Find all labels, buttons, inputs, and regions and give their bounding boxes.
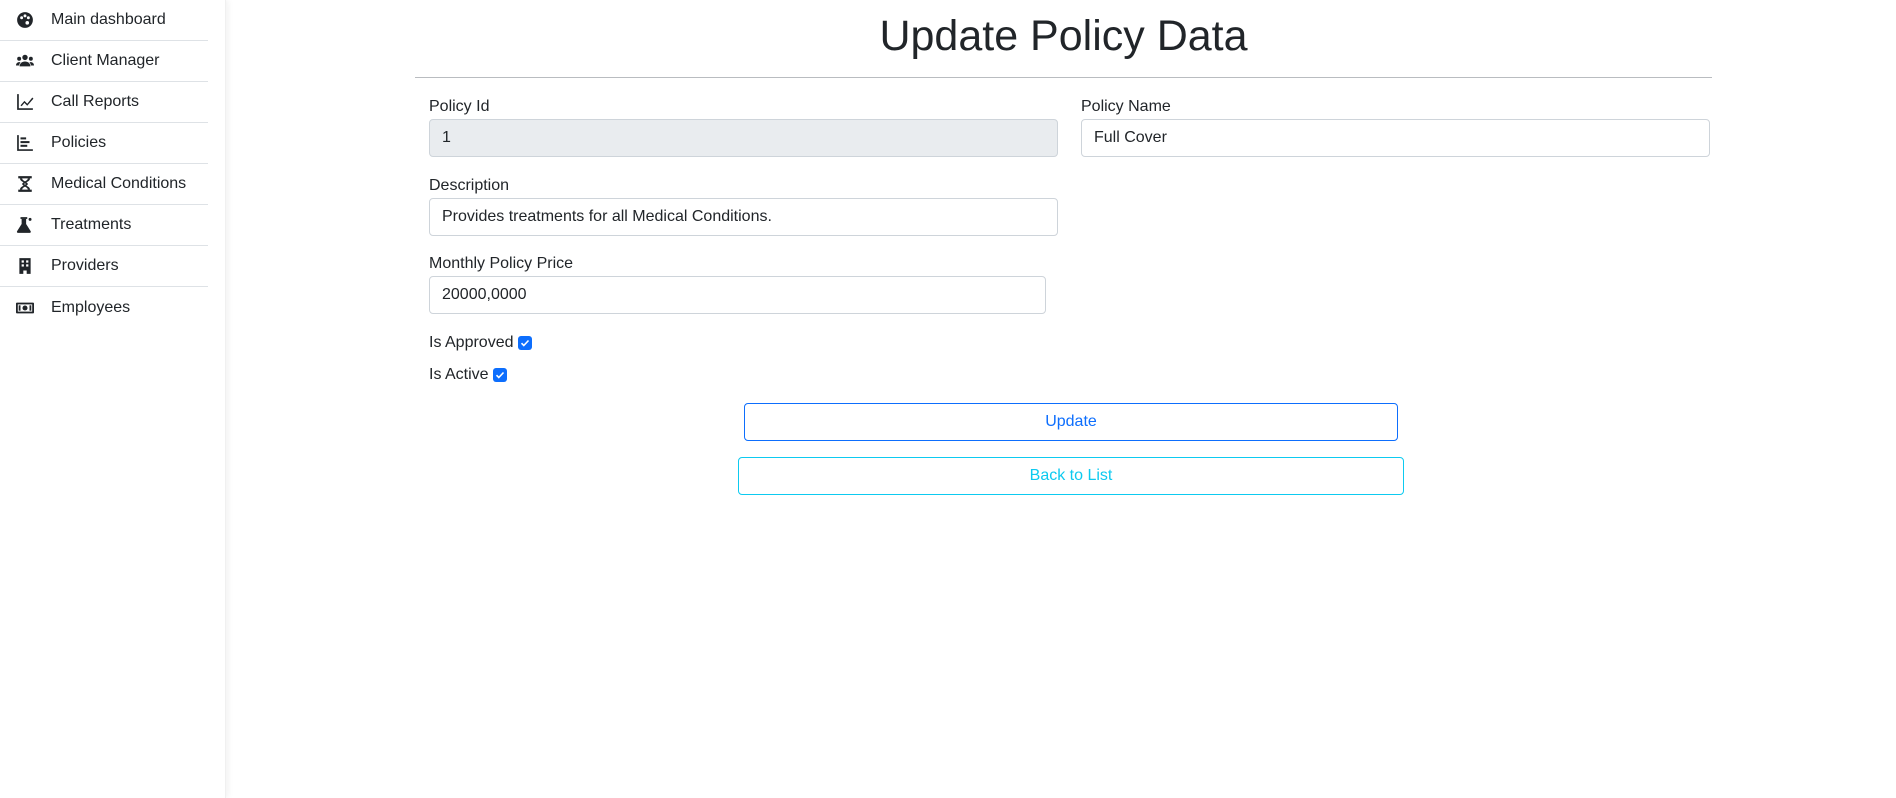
users-icon [15, 51, 35, 71]
sidebar-item-label: Call Reports [51, 93, 140, 110]
dna-icon [15, 174, 35, 194]
sidebar-item-label: Main dashboard [51, 11, 166, 28]
monthly-price-label: Monthly Policy Price [429, 255, 574, 272]
is-approved-row: Is Approved [429, 334, 532, 352]
back-to-list-button[interactable]: Back to List [738, 457, 1404, 495]
bar-list-icon [15, 133, 35, 153]
flask-icon [15, 215, 35, 235]
sidebar-item-employees[interactable]: Employees [0, 287, 208, 328]
is-approved-checkbox[interactable] [517, 336, 532, 350]
main-content: Update Policy Data Policy Id Policy Name… [226, 0, 1896, 798]
policy-id-field[interactable] [429, 119, 1058, 157]
is-active-checkbox[interactable] [492, 368, 507, 382]
check-icon [495, 371, 504, 379]
policy-name-field[interactable] [1081, 119, 1710, 157]
palette-icon [15, 10, 35, 30]
policy-name-label: Policy Name [1081, 98, 1171, 115]
sidebar-item-label: Providers [51, 257, 119, 274]
sidebar-item-label: Treatments [51, 216, 132, 233]
description-label: Description [429, 177, 510, 194]
line-chart-icon [15, 92, 35, 112]
sidebar-item-medical-conditions[interactable]: Medical Conditions [0, 164, 208, 205]
sidebar-item-label: Policies [51, 134, 107, 151]
check-icon [520, 339, 529, 347]
sidebar-nav: Main dashboard Client Manager Call Repor… [0, 0, 208, 328]
description-field[interactable] [429, 198, 1058, 236]
sidebar-item-treatments[interactable]: Treatments [0, 205, 208, 246]
sidebar-item-providers[interactable]: Providers [0, 246, 208, 287]
policy-id-label: Policy Id [429, 98, 490, 115]
sidebar-item-client-manager[interactable]: Client Manager [0, 41, 208, 82]
update-button[interactable]: Update [744, 403, 1398, 441]
sidebar-item-label: Client Manager [51, 52, 160, 69]
is-active-row: Is Active [429, 366, 507, 384]
sidebar-item-policies[interactable]: Policies [0, 123, 208, 164]
is-active-label: Is Active [429, 366, 489, 383]
page-title: Update Policy Data [879, 12, 1248, 60]
money-bill-icon [15, 298, 35, 318]
sidebar-item-label: Employees [51, 298, 131, 316]
is-approved-label: Is Approved [429, 334, 514, 351]
title-divider [415, 77, 1712, 78]
building-icon [15, 256, 35, 276]
sidebar-item-label: Medical Conditions [51, 175, 187, 192]
sidebar-item-main-dashboard[interactable]: Main dashboard [0, 0, 208, 41]
sidebar-item-call-reports[interactable]: Call Reports [0, 82, 208, 123]
sidebar: Main dashboard Client Manager Call Repor… [0, 0, 226, 798]
monthly-price-field[interactable] [429, 276, 1046, 314]
